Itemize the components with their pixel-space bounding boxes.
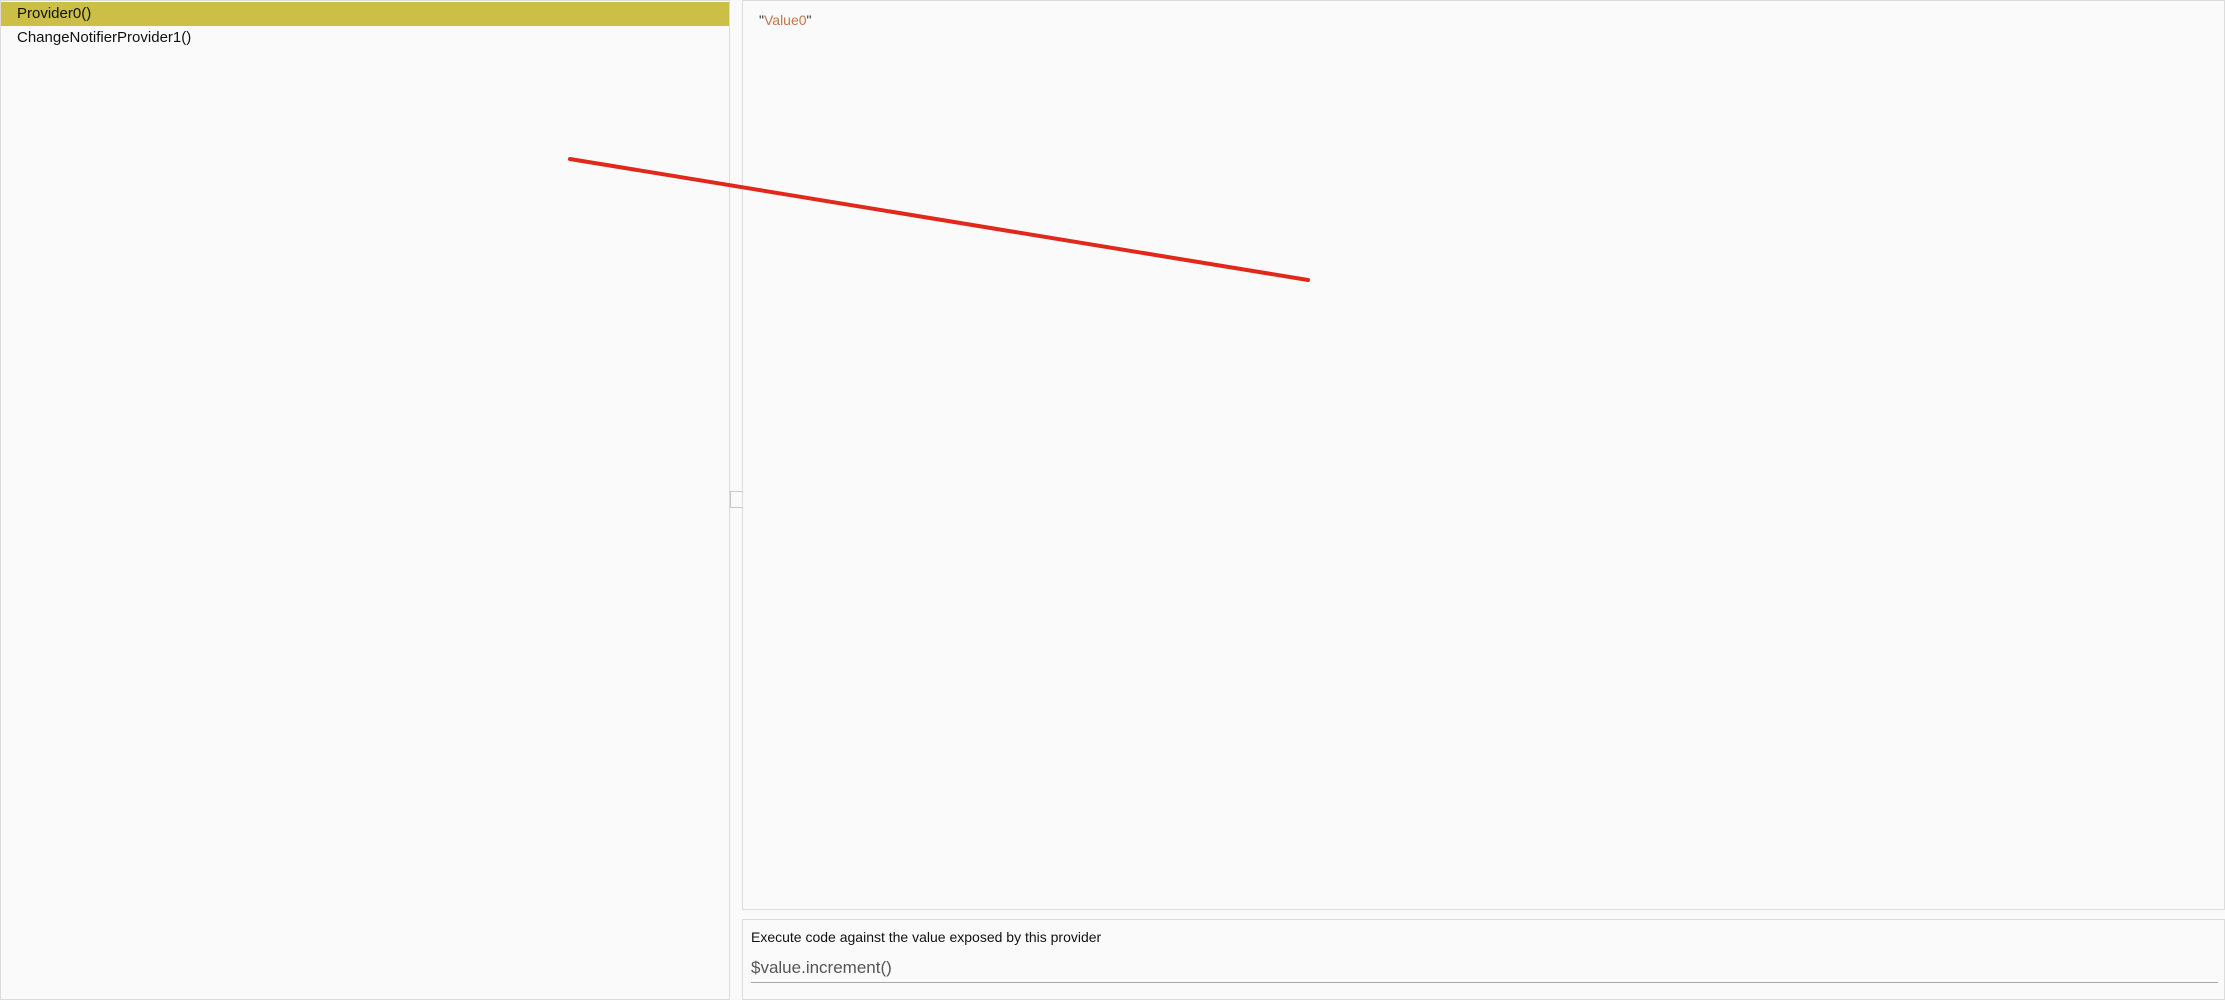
- provider-list-panel: Provider0() ChangeNotifierProvider1(): [0, 0, 730, 1000]
- provider-item-changenotifierprovider1[interactable]: ChangeNotifierProvider1(): [1, 26, 729, 50]
- provider-value[interactable]: "Value0": [759, 12, 812, 28]
- devtools-provider-app: Provider0() ChangeNotifierProvider1() "V…: [0, 0, 2225, 1000]
- value-quote-close: ": [806, 12, 812, 28]
- eval-input[interactable]: [751, 949, 2218, 983]
- provider-item-provider0[interactable]: Provider0(): [1, 2, 729, 26]
- eval-panel: Execute code against the value exposed b…: [742, 919, 2225, 1000]
- eval-label: Execute code against the value exposed b…: [751, 929, 1102, 945]
- provider-value-panel: "Value0": [742, 0, 2225, 910]
- value-string: Value0: [763, 12, 807, 28]
